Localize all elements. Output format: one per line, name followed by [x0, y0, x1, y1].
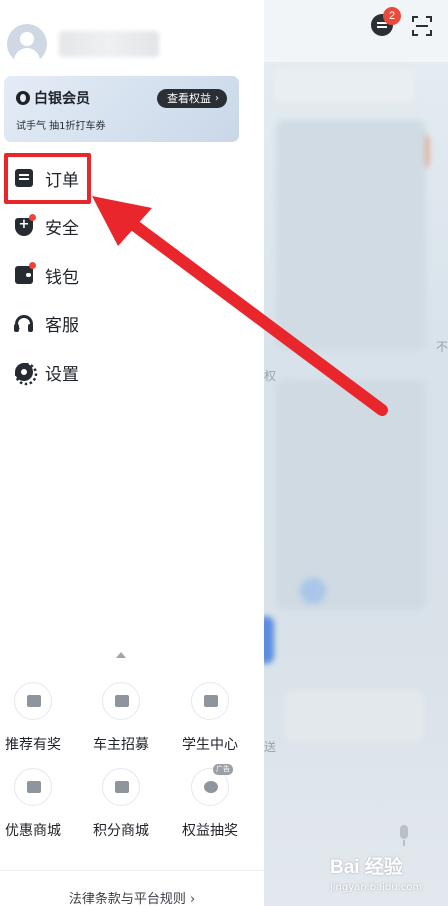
avatar[interactable]	[7, 24, 47, 64]
footer-divider	[0, 870, 264, 871]
ad-tag: 广告	[213, 764, 233, 775]
gift-icon	[14, 682, 52, 720]
menu-item-wallet[interactable]: 钱包	[0, 251, 264, 300]
watermark: Bai 经验 jingyan.baidu.com	[330, 852, 440, 902]
highlight-box	[4, 153, 91, 204]
lottery-bag-icon: 广告	[191, 764, 233, 806]
menu-item-label: 安全	[45, 219, 79, 240]
background-blue-button	[264, 616, 274, 664]
service-referral[interactable]: 推荐有奖	[0, 682, 73, 754]
background-text: 不	[436, 340, 448, 354]
legal-terms-link[interactable]: 法律条款与平台规则 ›	[0, 888, 264, 906]
membership-name: 白银会员	[34, 91, 90, 107]
view-benefits-label: 查看权益	[167, 92, 211, 105]
graduation-cap-icon	[191, 682, 229, 720]
service-label: 学生中心	[182, 737, 238, 753]
service-student-center[interactable]: 学生中心	[170, 682, 250, 754]
service-benefit-lottery[interactable]: 广告 权益抽奖	[170, 764, 250, 840]
notification-dot	[29, 213, 36, 221]
microphone-icon[interactable]	[397, 825, 411, 847]
menu-item-label: 钱包	[45, 267, 79, 288]
headset-icon	[14, 314, 33, 333]
service-label: 推荐有奖	[5, 737, 61, 753]
membership-logo-icon	[16, 91, 30, 105]
chevron-right-icon: ›	[215, 93, 219, 104]
legal-terms-label: 法律条款与平台规则	[68, 892, 186, 906]
shield-icon	[15, 213, 36, 236]
service-label: 车主招募	[93, 737, 149, 753]
cart-icon	[102, 768, 140, 806]
menu-item-security[interactable]: 安全	[0, 203, 264, 252]
driver-icon	[102, 682, 140, 720]
menu-item-customer-service[interactable]: 客服	[0, 300, 264, 349]
background-map-area: 2 不 权 送	[264, 0, 448, 906]
caret-up-icon[interactable]	[116, 652, 126, 658]
membership-title: 白银会员	[16, 88, 90, 108]
chevron-right-icon: ›	[189, 892, 196, 906]
background-text: 送	[264, 740, 277, 754]
watermark-text: Bai 经验	[330, 857, 403, 878]
message-badge: 2	[383, 7, 401, 25]
coupon-icon	[14, 768, 52, 806]
menu-item-label: 设置	[45, 364, 79, 385]
gear-icon	[15, 363, 33, 382]
service-label: 优惠商城	[5, 823, 61, 839]
side-drawer: 白银会员 查看权益 › 试手气 抽1折打车券 订单 安全 钱包 客服 设置	[0, 0, 264, 906]
menu-item-label: 客服	[45, 316, 79, 337]
wallet-icon	[15, 262, 36, 285]
background-input	[284, 690, 424, 742]
view-benefits-button[interactable]: 查看权益 ›	[157, 89, 227, 108]
background-card	[276, 120, 426, 350]
background-text: 权	[264, 369, 277, 383]
service-label: 积分商城	[93, 823, 149, 839]
menu-item-settings[interactable]: 设置	[0, 348, 264, 397]
service-discount-mall[interactable]: 优惠商城	[0, 768, 73, 840]
service-points-mall[interactable]: 积分商城	[81, 768, 161, 840]
service-driver-recruit[interactable]: 车主招募	[81, 682, 161, 754]
notification-dot	[29, 262, 36, 270]
background-location-dot	[300, 578, 326, 604]
username-blurred	[59, 31, 159, 57]
membership-subtitle: 试手气 抽1折打车券	[16, 121, 106, 132]
background-search-bar	[274, 68, 414, 102]
background-card	[276, 380, 426, 610]
profile-header[interactable]	[7, 22, 257, 66]
membership-card[interactable]: 白银会员 查看权益 › 试手气 抽1折打车券	[4, 76, 239, 142]
scan-icon[interactable]	[412, 16, 432, 36]
watermark-url: jingyan.baidu.com	[330, 882, 423, 893]
service-label: 权益抽奖	[182, 823, 238, 839]
